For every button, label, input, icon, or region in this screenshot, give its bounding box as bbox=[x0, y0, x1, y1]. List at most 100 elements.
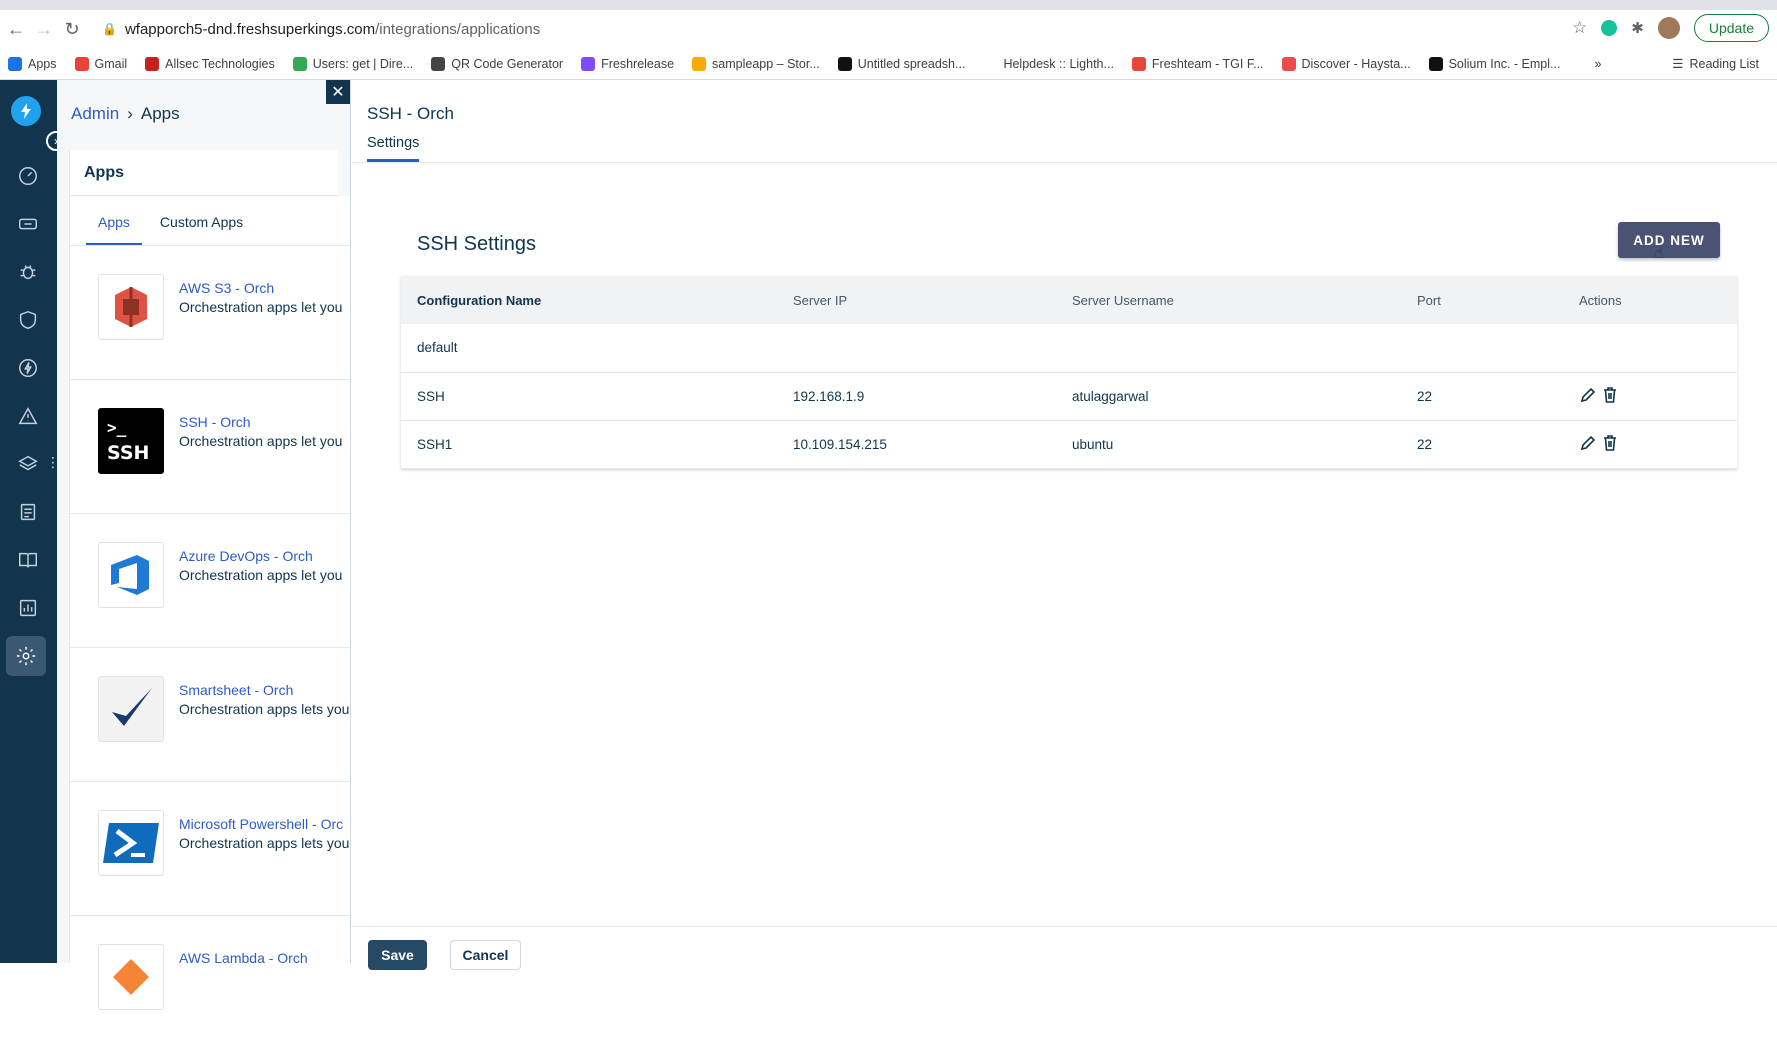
app-name[interactable]: AWS Lambda - Orch bbox=[179, 950, 308, 966]
bookmark-favicon-icon bbox=[983, 56, 998, 71]
bookmark-label: Allsec Technologies bbox=[165, 56, 275, 71]
bookmark-favicon-icon bbox=[431, 56, 446, 71]
tab-custom-apps[interactable]: Custom Apps bbox=[148, 196, 255, 245]
app-item-ssh[interactable]: >_ SSH SSH - Orch Orchestration apps let … bbox=[70, 380, 350, 514]
app-name[interactable]: AWS S3 - Orch bbox=[179, 280, 274, 296]
bookmark-label: Freshrelease bbox=[601, 56, 675, 71]
app-name[interactable]: Microsoft Powershell - Orc bbox=[179, 816, 343, 832]
bookmark-label: Untitled spreadsh... bbox=[857, 56, 966, 71]
table-row: SSH1 10.109.154.215 ubuntu 22 bbox=[401, 420, 1737, 469]
bookmark-item[interactable]: sampleapp – Stor... bbox=[692, 56, 820, 71]
cell-server-ip bbox=[777, 324, 1056, 373]
apps-card: Apps Apps Custom Apps AWS S3 - Orch Orch… bbox=[69, 150, 350, 1010]
address-bar: ← → ↻ 🔒 wfapporch5-dnd.freshsuperkings.c… bbox=[0, 10, 1777, 48]
bookmark-item[interactable]: Freshteam - TGI F... bbox=[1131, 56, 1264, 71]
releases-bolt-icon[interactable] bbox=[14, 354, 42, 382]
cell-config-name: SSH bbox=[401, 372, 777, 421]
admin-gear-icon[interactable] bbox=[6, 636, 46, 676]
app-item-aws-lambda[interactable]: AWS Lambda - Orch bbox=[70, 916, 350, 1050]
bookmark-item[interactable]: QR Code Generator bbox=[431, 56, 563, 71]
bookmarks-more-icon[interactable]: » bbox=[1594, 57, 1601, 71]
dashboard-icon[interactable] bbox=[14, 162, 42, 190]
solutions-book-icon[interactable] bbox=[14, 546, 42, 574]
edit-pencil-icon[interactable] bbox=[1579, 434, 1597, 452]
section-title: SSH Settings bbox=[417, 233, 536, 255]
app-item-aws-s3[interactable]: AWS S3 - Orch Orchestration apps let you bbox=[70, 246, 350, 380]
app-item-azure-devops[interactable]: Azure DevOps - Orch Orchestration apps l… bbox=[70, 514, 350, 648]
save-button[interactable]: Save bbox=[368, 940, 427, 970]
drawer-divider bbox=[351, 162, 1777, 163]
bookmark-favicon-icon bbox=[692, 56, 707, 71]
cell-server-ip: 192.168.1.9 bbox=[777, 372, 1056, 421]
delete-trash-icon[interactable] bbox=[1601, 386, 1619, 404]
app-name[interactable]: Azure DevOps - Orch bbox=[179, 548, 313, 564]
extensions-icon[interactable]: ✱ bbox=[1631, 19, 1644, 37]
bookmark-item[interactable]: Helpdesk :: Lighth... bbox=[983, 56, 1114, 71]
star-icon[interactable]: ☆ bbox=[1572, 18, 1587, 38]
url-field[interactable]: wfapporch5-dnd.freshsuperkings.com/integ… bbox=[125, 21, 540, 38]
bookmark-favicon-icon bbox=[74, 56, 89, 71]
bookmark-item[interactable]: Gmail bbox=[74, 56, 127, 71]
reload-icon[interactable]: ↻ bbox=[58, 15, 86, 43]
reading-list-label: Reading List bbox=[1689, 56, 1760, 71]
cancel-button[interactable]: Cancel bbox=[450, 940, 521, 970]
bookmark-item[interactable]: Discover - Haysta... bbox=[1281, 56, 1411, 71]
bookmark-item[interactable]: Users: get | Dire... bbox=[292, 56, 413, 71]
app-name[interactable]: SSH - Orch bbox=[179, 414, 251, 430]
breadcrumb-separator: › bbox=[127, 104, 133, 123]
svg-text:SSH: SSH bbox=[107, 442, 149, 464]
table-header-row: Configuration Name Server IP Server User… bbox=[401, 276, 1737, 324]
bookmark-item[interactable]: Freshrelease bbox=[581, 56, 675, 71]
app-item-powershell[interactable]: Microsoft Powershell - Orc Orchestration… bbox=[70, 782, 350, 916]
app-settings-drawer: SSH - Orch Settings SSH Settings ADD NEW… bbox=[350, 80, 1777, 970]
grammarly-icon[interactable] bbox=[1601, 20, 1618, 36]
forward-icon[interactable]: → bbox=[30, 15, 58, 43]
bookmark-favicon-icon bbox=[8, 56, 22, 71]
bookmark-item[interactable]: Apps bbox=[8, 56, 57, 71]
freshservice-logo-icon[interactable] bbox=[11, 96, 41, 126]
cell-server-username: atulaggarwal bbox=[1056, 372, 1401, 421]
url-host: wfapporch5-dnd.freshsuperkings.com bbox=[124, 20, 376, 38]
cell-server-username: ubuntu bbox=[1056, 420, 1401, 469]
bookmark-item[interactable]: Allsec Technologies bbox=[145, 56, 275, 71]
app-desc: Orchestration apps lets you bbox=[179, 701, 350, 717]
bookmark-label: sampleapp – Stor... bbox=[712, 56, 820, 71]
app-name[interactable]: Smartsheet - Orch bbox=[179, 682, 293, 698]
col-server-ip: Server IP bbox=[777, 276, 1056, 324]
bookmark-label: Freshteam - TGI F... bbox=[1151, 56, 1264, 71]
bookmark-favicon-icon bbox=[837, 56, 852, 71]
alerts-warning-icon[interactable] bbox=[14, 402, 42, 430]
tickets-icon[interactable] bbox=[14, 210, 42, 238]
contracts-icon[interactable] bbox=[14, 498, 42, 526]
cell-config-name: default bbox=[401, 324, 777, 373]
tab-settings[interactable]: Settings bbox=[367, 135, 420, 162]
powershell-logo-icon bbox=[98, 810, 164, 876]
tab-apps[interactable]: Apps bbox=[86, 196, 142, 245]
drawer-title: SSH - Orch bbox=[367, 104, 454, 123]
app-item-smartsheet[interactable]: Smartsheet - Orch Orchestration apps let… bbox=[70, 648, 350, 782]
apps-tabs: Apps Custom Apps bbox=[70, 196, 350, 246]
changes-shield-icon[interactable] bbox=[14, 306, 42, 334]
reports-icon[interactable] bbox=[14, 594, 42, 622]
reading-list-button[interactable]: ☰ Reading List bbox=[1672, 56, 1760, 72]
bookmark-item[interactable]: Solium Inc. - Empl... bbox=[1428, 56, 1560, 71]
problems-bug-icon[interactable] bbox=[14, 258, 42, 286]
back-icon[interactable]: ← bbox=[2, 15, 30, 43]
add-new-button[interactable]: ADD NEW bbox=[1618, 222, 1720, 258]
url-path: /integrations/applications bbox=[375, 20, 541, 38]
cell-port: 22 bbox=[1401, 372, 1563, 421]
delete-trash-icon[interactable] bbox=[1601, 434, 1619, 452]
breadcrumb: Admin › Apps bbox=[71, 104, 180, 124]
app-desc: Orchestration apps let you bbox=[179, 567, 343, 583]
profile-avatar[interactable] bbox=[1657, 17, 1680, 39]
bookmark-item[interactable]: Untitled spreadsh... bbox=[837, 56, 966, 71]
close-drawer-icon[interactable]: ✕ bbox=[326, 80, 350, 104]
breadcrumb-current: Apps bbox=[140, 104, 180, 123]
update-button[interactable]: Update bbox=[1693, 14, 1769, 42]
assets-layers-icon[interactable] bbox=[14, 450, 42, 478]
app-desc: Orchestration apps lets you bbox=[179, 835, 350, 851]
edit-pencil-icon[interactable] bbox=[1579, 386, 1597, 404]
breadcrumb-admin-link[interactable]: Admin bbox=[71, 104, 119, 124]
bookmark-favicon-icon bbox=[1131, 56, 1146, 71]
browser-toolbar-right: ☆ ✱ Update bbox=[1572, 14, 1769, 42]
